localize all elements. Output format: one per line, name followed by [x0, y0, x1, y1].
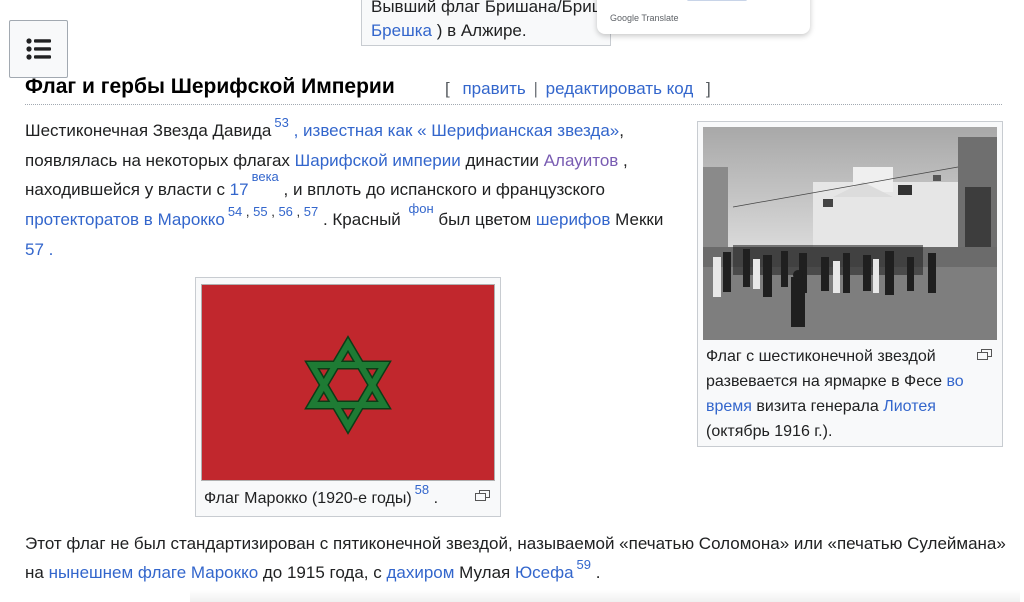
text: Шестиконечная Звезда Давида: [25, 121, 272, 140]
edit-separator: |: [533, 79, 538, 98]
sherifian-star-link[interactable]: , известная как « Шерифианская звезда»: [294, 121, 620, 140]
lyautey-link[interactable]: Лиотея: [883, 398, 936, 415]
previous-thumb-caption: Вывший флаг Бришана/Бриш Брешка ) в Алжи…: [361, 0, 611, 46]
text: . Красный: [318, 210, 406, 229]
protectorates-link[interactable]: протекторатов в Марокко: [25, 210, 225, 229]
paragraph-seal-of-solomon: Этот флаг не был стандартизирован с пяти…: [25, 529, 1015, 588]
reference-53[interactable]: 53: [274, 115, 288, 130]
caption-text: (октябрь 1916 г.).: [706, 423, 833, 440]
list-icon: [25, 38, 51, 60]
morocco-flag-caption: Флаг Марокко (1920-е годы)58 .: [204, 482, 439, 511]
paragraph-star-of-david: Шестиконечная Звезда Давида 53 , известна…: [25, 115, 665, 264]
previous-caption-line: Вывший флаг Бришана/Бриш: [371, 0, 606, 16]
text: был цветом: [433, 210, 536, 229]
caption-text: .: [429, 490, 439, 507]
century-17-link[interactable]: 17: [230, 180, 249, 199]
caption-text: визита генерала: [751, 398, 884, 415]
ref-sep: ,: [242, 204, 254, 219]
translate-popup-bar: [687, 0, 747, 1]
reference-56[interactable]: 56: [278, 204, 292, 219]
yusef-link[interactable]: Юсефа: [515, 563, 574, 582]
reference-58[interactable]: 58: [415, 482, 429, 497]
dahir-link[interactable]: дахиром: [386, 563, 454, 582]
century-note-link[interactable]: века: [252, 169, 279, 184]
caption-text: Флаг Марокко (1920-е годы): [204, 490, 412, 507]
reference-55[interactable]: 55: [253, 204, 267, 219]
sharif-empire-link[interactable]: Шарифской империи: [295, 151, 461, 170]
section-title: Флаг и гербы Шерифской Империи: [25, 75, 395, 98]
thumbnail-morocco-flag: Флаг Марокко (1920-е годы)58 .: [195, 277, 501, 517]
enlarge-icon[interactable]: [475, 490, 490, 501]
edit-source-link[interactable]: редактировать код: [546, 79, 694, 98]
google-translate-popup[interactable]: Google Translate: [597, 0, 810, 34]
edit-bracket-open: [: [445, 79, 450, 98]
previous-caption-line-2: Брешка ) в Алжире.: [371, 19, 610, 43]
current-morocco-flag-link[interactable]: нынешнем флаге Марокко: [49, 563, 259, 582]
reference-54[interactable]: 54: [228, 204, 242, 219]
alaouites-link[interactable]: Алауитов: [544, 151, 619, 170]
edit-link[interactable]: править: [462, 79, 525, 98]
previous-caption-text: ) в Алжире.: [431, 21, 527, 40]
text: до 1915 года, с: [258, 563, 387, 582]
section-edit-links: [ править | редактировать код ]: [445, 79, 711, 99]
text: династии: [460, 151, 544, 170]
ref-sep: ,: [292, 204, 304, 219]
breshka-link[interactable]: Брешка: [371, 21, 432, 40]
section-heading: Флаг и гербы Шерифской Империи [ править…: [25, 74, 1002, 105]
enlarge-icon[interactable]: [977, 349, 992, 360]
morocco-flag-image[interactable]: [201, 284, 495, 481]
fes-fair-photo[interactable]: [703, 127, 997, 340]
ref-sep: ,: [267, 204, 279, 219]
caption-text: Флаг с шестиконечной звездой развевается…: [706, 348, 947, 390]
text: Мекки: [610, 210, 664, 229]
table-of-contents-button[interactable]: [9, 20, 68, 78]
fes-fair-caption: Флаг с шестиконечной звездой развевается…: [706, 344, 976, 444]
text: .: [591, 563, 601, 582]
reference-57[interactable]: 57: [304, 204, 318, 219]
sharifs-link[interactable]: шерифов: [536, 210, 611, 229]
google-translate-brand: Google Translate: [610, 13, 679, 23]
edit-bracket-close: ]: [706, 79, 711, 98]
bottom-shadow: [190, 590, 1020, 602]
reference-57-inline[interactable]: 57 .: [25, 240, 53, 259]
reference-59[interactable]: 59: [577, 557, 591, 572]
star-of-david-icon: [304, 335, 392, 435]
text: Мулая: [454, 563, 515, 582]
thumbnail-fes-fair: Флаг с шестиконечной звездой развевается…: [697, 121, 1003, 447]
background-note-link[interactable]: фон: [409, 201, 434, 216]
text: , и вплоть до испанского и французского: [278, 180, 605, 199]
photo-illustration: [703, 127, 997, 340]
